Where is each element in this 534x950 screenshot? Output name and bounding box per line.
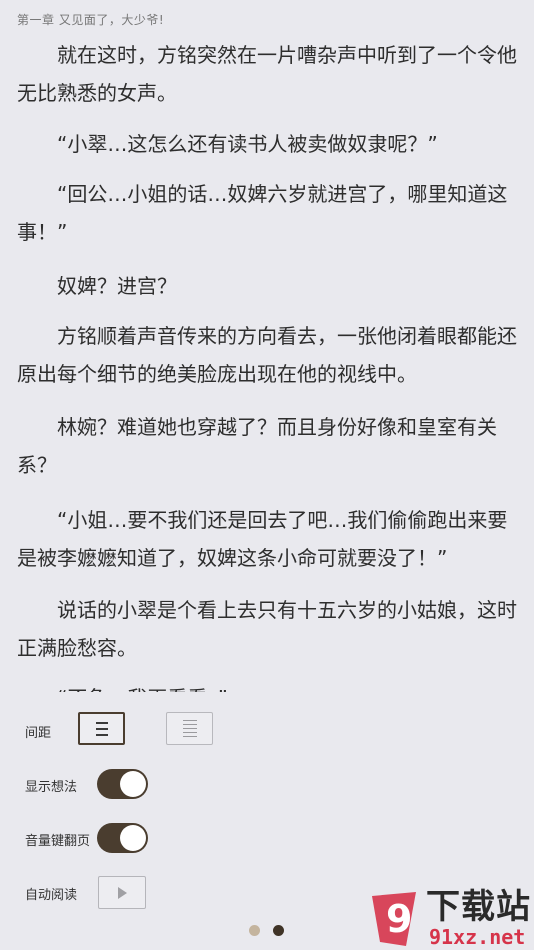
paragraph: “回公…小姐的话…奴婢六岁就进宫了，哪里知道这事！” (17, 182, 508, 244)
paragraph: 说话的小翠是个看上去只有十五六岁的小姑娘，这时正满脸愁容。 (17, 598, 517, 660)
svg-text:9: 9 (386, 897, 412, 941)
watermark-brand: 下载站 (426, 887, 531, 927)
page-indicator-dot[interactable] (249, 925, 260, 936)
auto-read-label: 自动阅读 (25, 888, 78, 903)
paragraph: 就在这时，方铭突然在一片嘈杂声中听到了一个令他无比熟悉的女声。 (17, 43, 517, 105)
watermark: 9 下载站 91xz.net (366, 886, 534, 950)
paragraph: 方铭顺着声音传来的方向看去，一张他闭着眼都能还原出每个细节的绝美脸庞出现在他的视… (17, 324, 517, 386)
paragraph: “小翠…这怎么还有读书人被卖做奴隶呢？” (57, 132, 438, 156)
paragraph: 奴婢？进宫？ (57, 274, 177, 298)
volume-key-label: 音量键翻页 (25, 834, 91, 849)
paragraph: “小姐…要不我们还是回去了吧…我们偷偷跑出来要是被李嬷嬷知道了，奴婢这条小命可就… (17, 508, 508, 570)
spacing-compact-button[interactable] (78, 712, 125, 745)
reader-content[interactable]: 第一章 又见面了，大少爷! 就在这时，方铭突然在一片嘈杂声中听到了一个令他无比熟… (0, 0, 534, 692)
spacing-loose-button[interactable] (166, 712, 213, 745)
auto-read-play-button[interactable] (98, 876, 146, 909)
play-icon (117, 886, 127, 899)
paragraph: “不急，我再看看。” (17, 679, 520, 692)
volume-key-toggle[interactable] (97, 823, 148, 853)
line-spacing-icon (182, 720, 197, 737)
watermark-logo-icon: 9 (372, 892, 416, 946)
show-thoughts-label: 显示想法 (25, 780, 78, 795)
chapter-title: 第一章 又见面了，大少爷! (17, 13, 165, 27)
page-indicator-dot-active[interactable] (273, 925, 284, 936)
toggle-knob (120, 825, 146, 851)
paragraph: 林婉？难道她也穿越了？而且身份好像和皇室有关系？ (17, 415, 497, 477)
spacing-label: 间距 (25, 726, 52, 741)
toggle-knob (120, 771, 146, 797)
line-spacing-icon (95, 721, 108, 736)
watermark-url: 91xz.net (429, 925, 526, 949)
show-thoughts-toggle[interactable] (97, 769, 148, 799)
